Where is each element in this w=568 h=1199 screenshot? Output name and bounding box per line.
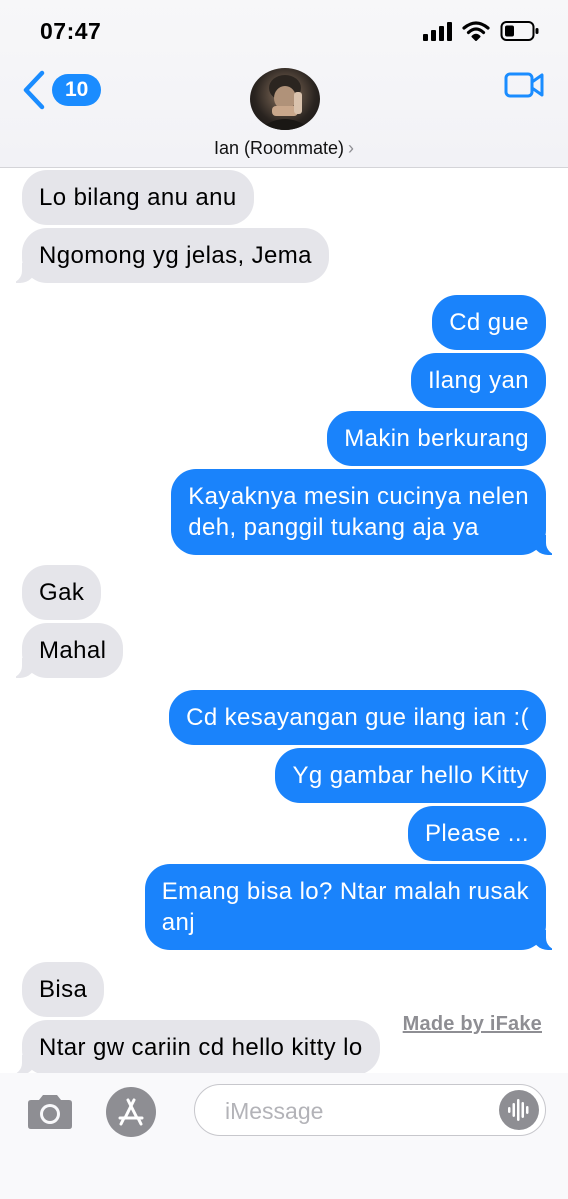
message-incoming[interactable]: Ntar gw cariin cd hello kitty lo: [10, 1020, 380, 1075]
message-line: Emang bisa lo? Ntar malah rusak: [161, 878, 529, 905]
contact-avatar[interactable]: [250, 68, 320, 130]
message-outgoing[interactable]: Cd gue: [432, 295, 546, 350]
imessage-input[interactable]: [223, 1095, 487, 1127]
status-time: 07:47: [40, 18, 102, 44]
audio-message-button[interactable]: [499, 1090, 539, 1130]
message-outgoing[interactable]: Please ...: [407, 806, 546, 861]
unread-count-badge: 10: [52, 74, 102, 106]
avatar-photo: [258, 75, 312, 130]
app-store-icon: [118, 1098, 144, 1126]
chevron-left-icon: [23, 70, 45, 110]
chevron-right-icon: ›: [348, 138, 355, 158]
message-outgoing[interactable]: Kayaknya mesin cucinya nelen deh, panggi…: [171, 469, 558, 555]
message-line: deh, panggil tukang aja ya: [188, 514, 479, 541]
contact-name: Ian (Roommate): [213, 138, 345, 158]
contact-name-button[interactable]: Ian (Roommate) ›: [0, 138, 568, 159]
video-camera-icon: [504, 72, 544, 98]
wifi-icon: [462, 21, 490, 41]
message-outgoing[interactable]: Emang bisa lo? Ntar malah rusak anj: [144, 864, 559, 950]
message-incoming[interactable]: Ngomong yg jelas, Jema: [10, 228, 329, 283]
status-icons: [422, 20, 540, 42]
imessage-field[interactable]: [194, 1084, 546, 1136]
message-outgoing[interactable]: Makin berkurang: [327, 411, 546, 466]
facetime-video-button[interactable]: [504, 70, 544, 105]
back-button[interactable]: 10: [22, 70, 102, 110]
message-incoming[interactable]: Mahal: [9, 623, 124, 678]
message-outgoing[interactable]: Yg gambar hello Kitty: [275, 748, 546, 803]
message-incoming[interactable]: Lo bilang anu anu: [22, 170, 254, 225]
cellular-signal-icon: [423, 22, 452, 41]
battery-icon: [500, 21, 539, 41]
message-incoming[interactable]: Gak: [22, 565, 102, 620]
audio-waveform-icon: [508, 1099, 529, 1121]
status-bar: 07:47: [0, 0, 568, 60]
message-incoming[interactable]: Bisa: [22, 962, 105, 1017]
message-line: Kayaknya mesin cucinya nelen: [188, 483, 529, 510]
app-store-button[interactable]: [106, 1087, 156, 1137]
message-outgoing[interactable]: Cd kesayangan gue ilang ian :(: [169, 690, 546, 745]
camera-button[interactable]: [24, 1093, 76, 1136]
compose-bar: [0, 1073, 568, 1199]
message-line: anj: [161, 909, 195, 936]
watermark: Made by iFake: [402, 1013, 542, 1035]
camera-icon: [28, 1095, 72, 1129]
message-outgoing[interactable]: Ilang yan: [410, 353, 546, 408]
